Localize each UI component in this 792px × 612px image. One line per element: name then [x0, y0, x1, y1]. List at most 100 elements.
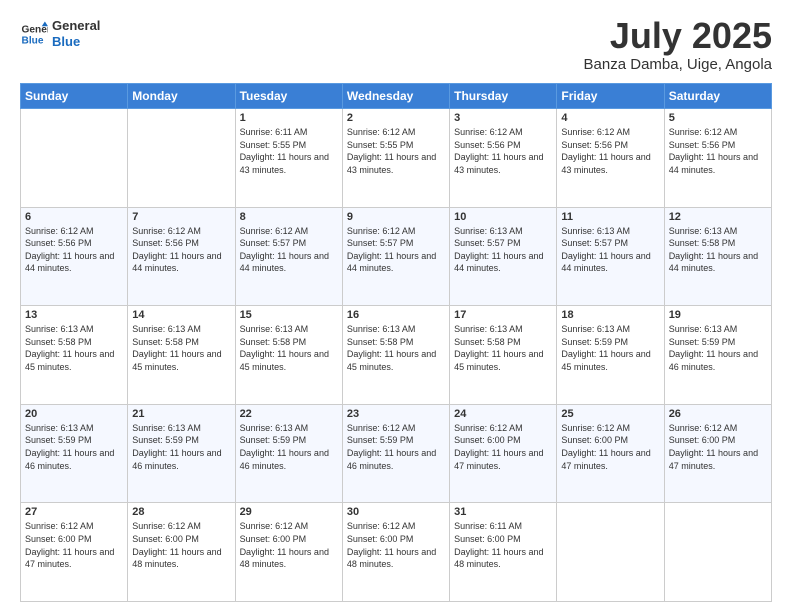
logo-icon: General Blue [20, 20, 48, 48]
day-number: 24 [454, 408, 552, 420]
day-info: Sunrise: 6:12 AMSunset: 6:00 PMDaylight:… [25, 520, 123, 570]
calendar-cell: 22 Sunrise: 6:13 AMSunset: 5:59 PMDayligh… [235, 404, 342, 503]
day-info: Sunrise: 6:12 AMSunset: 6:00 PMDaylight:… [454, 422, 552, 472]
week-row-5: 27 Sunrise: 6:12 AMSunset: 6:00 PMDayligh… [21, 503, 772, 602]
day-info: Sunrise: 6:11 AMSunset: 6:00 PMDaylight:… [454, 520, 552, 570]
calendar-header-sunday: Sunday [21, 84, 128, 109]
calendar-cell: 8 Sunrise: 6:12 AMSunset: 5:57 PMDaylight… [235, 207, 342, 306]
calendar-header-tuesday: Tuesday [235, 84, 342, 109]
calendar-cell [664, 503, 771, 602]
svg-text:Blue: Blue [22, 35, 44, 46]
calendar-header-thursday: Thursday [450, 84, 557, 109]
day-number: 25 [561, 408, 659, 420]
day-number: 18 [561, 309, 659, 321]
calendar-cell: 17 Sunrise: 6:13 AMSunset: 5:58 PMDayligh… [450, 306, 557, 405]
day-info: Sunrise: 6:13 AMSunset: 5:58 PMDaylight:… [240, 323, 338, 373]
day-info: Sunrise: 6:13 AMSunset: 5:58 PMDaylight:… [25, 323, 123, 373]
calendar-cell: 27 Sunrise: 6:12 AMSunset: 6:00 PMDayligh… [21, 503, 128, 602]
day-number: 13 [25, 309, 123, 321]
day-number: 2 [347, 112, 445, 124]
calendar-cell: 16Sunrise: 6:13 AMSunset: 5:58 PMDayligh… [342, 306, 449, 405]
calendar-cell: 7 Sunrise: 6:12 AMSunset: 5:56 PMDaylight… [128, 207, 235, 306]
calendar-cell: 28 Sunrise: 6:12 AMSunset: 6:00 PMDayligh… [128, 503, 235, 602]
calendar-header-wednesday: Wednesday [342, 84, 449, 109]
day-number: 27 [25, 506, 123, 518]
logo-blue: Blue [52, 34, 100, 50]
day-number: 26 [669, 408, 767, 420]
day-info: Sunrise: 6:13 AMSunset: 5:59 PMDaylight:… [240, 422, 338, 472]
day-info: Sunrise: 6:13 AMSunset: 5:59 PMDaylight:… [132, 422, 230, 472]
day-number: 19 [669, 309, 767, 321]
calendar-cell: 12 Sunrise: 6:13 AMSunset: 5:58 PMDayligh… [664, 207, 771, 306]
logo: General Blue General Blue [20, 18, 100, 49]
day-info: Sunrise: 6:12 AMSunset: 5:57 PMDaylight:… [240, 225, 338, 275]
logo-general: General [52, 18, 100, 34]
day-number: 1 [240, 112, 338, 124]
day-number: 28 [132, 506, 230, 518]
day-info: Sunrise: 6:12 AMSunset: 5:56 PMDaylight:… [454, 126, 552, 176]
day-info: Sunrise: 6:13 AMSunset: 5:59 PMDaylight:… [25, 422, 123, 472]
location: Banza Damba, Uige, Angola [584, 56, 772, 73]
calendar-cell: 18Sunrise: 6:13 AMSunset: 5:59 PMDayligh… [557, 306, 664, 405]
day-number: 14 [132, 309, 230, 321]
calendar-header-saturday: Saturday [664, 84, 771, 109]
day-number: 7 [132, 211, 230, 223]
day-number: 5 [669, 112, 767, 124]
day-info: Sunrise: 6:12 AMSunset: 6:00 PMDaylight:… [240, 520, 338, 570]
calendar-cell: 5 Sunrise: 6:12 AMSunset: 5:56 PMDaylight… [664, 109, 771, 208]
calendar-cell: 19 Sunrise: 6:13 AMSunset: 5:59 PMDayligh… [664, 306, 771, 405]
day-info: Sunrise: 6:13 AMSunset: 5:59 PMDaylight:… [669, 323, 767, 373]
day-info: Sunrise: 6:12 AMSunset: 5:56 PMDaylight:… [132, 225, 230, 275]
calendar-cell: 25Sunrise: 6:12 AMSunset: 6:00 PMDayligh… [557, 404, 664, 503]
calendar-cell: 4 Sunrise: 6:12 AMSunset: 5:56 PMDaylight… [557, 109, 664, 208]
day-number: 30 [347, 506, 445, 518]
day-info: Sunrise: 6:13 AMSunset: 5:58 PMDaylight:… [132, 323, 230, 373]
day-number: 3 [454, 112, 552, 124]
day-info: Sunrise: 6:12 AMSunset: 6:00 PMDaylight:… [347, 520, 445, 570]
day-info: Sunrise: 6:13 AMSunset: 5:58 PMDaylight:… [347, 323, 445, 373]
day-info: Sunrise: 6:12 AMSunset: 5:59 PMDaylight:… [347, 422, 445, 472]
week-row-1: 1 Sunrise: 6:11 AMSunset: 5:55 PMDaylight… [21, 109, 772, 208]
day-info: Sunrise: 6:12 AMSunset: 5:55 PMDaylight:… [347, 126, 445, 176]
day-number: 17 [454, 309, 552, 321]
day-info: Sunrise: 6:13 AMSunset: 5:57 PMDaylight:… [561, 225, 659, 275]
day-info: Sunrise: 6:12 AMSunset: 5:56 PMDaylight:… [561, 126, 659, 176]
calendar-cell: 3 Sunrise: 6:12 AMSunset: 5:56 PMDaylight… [450, 109, 557, 208]
calendar-cell: 30 Sunrise: 6:12 AMSunset: 6:00 PMDayligh… [342, 503, 449, 602]
day-number: 21 [132, 408, 230, 420]
week-row-3: 13 Sunrise: 6:13 AMSunset: 5:58 PMDayligh… [21, 306, 772, 405]
calendar-cell: 29Sunrise: 6:12 AMSunset: 6:00 PMDayligh… [235, 503, 342, 602]
day-info: Sunrise: 6:12 AMSunset: 6:00 PMDaylight:… [132, 520, 230, 570]
calendar-cell: 31 Sunrise: 6:11 AMSunset: 6:00 PMDayligh… [450, 503, 557, 602]
calendar-cell: 26 Sunrise: 6:12 AMSunset: 6:00 PMDayligh… [664, 404, 771, 503]
calendar-cell: 6Sunrise: 6:12 AMSunset: 5:56 PMDaylight… [21, 207, 128, 306]
day-info: Sunrise: 6:11 AMSunset: 5:55 PMDaylight:… [240, 126, 338, 176]
day-number: 12 [669, 211, 767, 223]
day-number: 22 [240, 408, 338, 420]
day-number: 8 [240, 211, 338, 223]
week-row-2: 6Sunrise: 6:12 AMSunset: 5:56 PMDaylight… [21, 207, 772, 306]
week-row-4: 20 Sunrise: 6:13 AMSunset: 5:59 PMDayligh… [21, 404, 772, 503]
day-info: Sunrise: 6:13 AMSunset: 5:58 PMDaylight:… [454, 323, 552, 373]
calendar-cell [557, 503, 664, 602]
calendar-cell: 24 Sunrise: 6:12 AMSunset: 6:00 PMDayligh… [450, 404, 557, 503]
day-info: Sunrise: 6:12 AMSunset: 5:57 PMDaylight:… [347, 225, 445, 275]
day-info: Sunrise: 6:13 AMSunset: 5:58 PMDaylight:… [669, 225, 767, 275]
calendar-cell: 15Sunrise: 6:13 AMSunset: 5:58 PMDayligh… [235, 306, 342, 405]
calendar-cell: 13 Sunrise: 6:13 AMSunset: 5:58 PMDayligh… [21, 306, 128, 405]
day-number: 20 [25, 408, 123, 420]
day-number: 4 [561, 112, 659, 124]
calendar-cell: 10Sunrise: 6:13 AMSunset: 5:57 PMDayligh… [450, 207, 557, 306]
day-number: 31 [454, 506, 552, 518]
page: General Blue General Blue July 2025 Banz… [0, 0, 792, 612]
calendar-header-row: SundayMondayTuesdayWednesdayThursdayFrid… [21, 84, 772, 109]
day-info: Sunrise: 6:12 AMSunset: 6:00 PMDaylight:… [669, 422, 767, 472]
calendar-cell [128, 109, 235, 208]
month-title: July 2025 [584, 18, 772, 54]
day-number: 10 [454, 211, 552, 223]
header: General Blue General Blue July 2025 Banz… [20, 18, 772, 73]
calendar-cell [21, 109, 128, 208]
calendar-cell: 9Sunrise: 6:12 AMSunset: 5:57 PMDaylight… [342, 207, 449, 306]
day-info: Sunrise: 6:12 AMSunset: 5:56 PMDaylight:… [669, 126, 767, 176]
day-number: 23 [347, 408, 445, 420]
